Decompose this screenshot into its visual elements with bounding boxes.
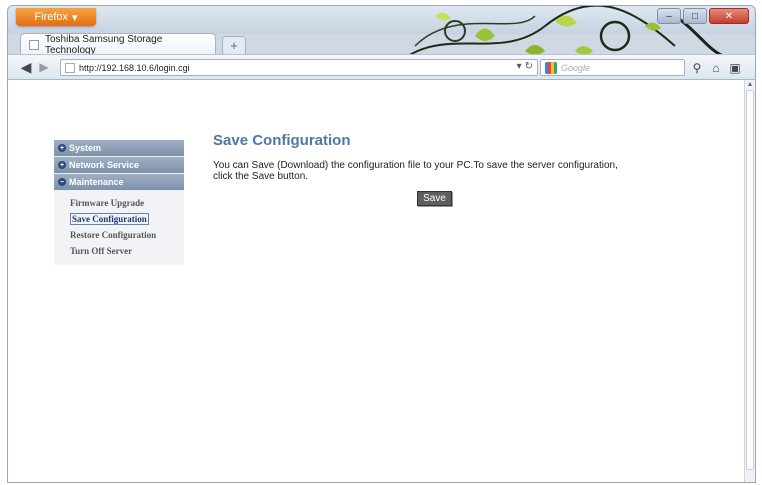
page-favicon-icon: [29, 39, 39, 50]
google-icon[interactable]: [545, 61, 557, 74]
sidebar-menu: + System + Network Service − Maintenance…: [54, 140, 184, 265]
search-box[interactable]: Google: [540, 59, 685, 76]
plus-icon: +: [58, 144, 66, 152]
dropdown-arrow-icon[interactable]: ▾: [517, 61, 522, 72]
url-text: http://192.168.10.6/login.cgi: [79, 62, 190, 73]
section-label: System: [69, 143, 102, 153]
close-button[interactable]: ✕: [709, 8, 749, 24]
page-description: You can Save (Download) the configuratio…: [213, 160, 618, 182]
address-bar-tools: ▾ ↻: [517, 61, 533, 72]
sidebar-item-restore-configuration[interactable]: Restore Configuration: [54, 227, 184, 243]
sidebar-section-system[interactable]: + System: [54, 140, 184, 156]
item-label: Save Configuration: [70, 213, 149, 225]
save-button[interactable]: Save: [417, 191, 452, 206]
section-label: Maintenance: [69, 177, 124, 187]
search-placeholder: Google: [561, 62, 591, 73]
firefox-menu-button[interactable]: Firefox ▾: [16, 8, 96, 26]
home-icon[interactable]: ⌂: [707, 59, 725, 76]
item-label: Firmware Upgrade: [70, 198, 145, 208]
minimize-button[interactable]: –: [657, 8, 681, 24]
tab-title: Toshiba Samsung Storage Technology: [44, 33, 163, 56]
new-tab-button[interactable]: +: [222, 36, 246, 55]
browser-tab[interactable]: Toshiba Samsung Storage Technology: [20, 33, 216, 56]
item-label: Turn Off Server: [70, 246, 133, 256]
back-arrow-icon[interactable]: ◀: [16, 58, 36, 76]
page-title: Save Configuration: [213, 132, 351, 149]
plus-icon: +: [58, 161, 66, 169]
firefox-menu-label: Firefox: [34, 11, 69, 23]
navigation-toolbar: ◀ ▶ http://192.168.10.6/login.cgi ▾ ↻ Go…: [8, 54, 755, 80]
section-label: Network Service: [69, 160, 140, 170]
scroll-up-icon[interactable]: ▲: [746, 81, 754, 88]
browser-window: Firefox ▾ – □ ✕ Toshiba Samsung Storage …: [7, 5, 756, 483]
minus-icon: −: [58, 178, 66, 186]
address-bar[interactable]: http://192.168.10.6/login.cgi ▾ ↻: [60, 59, 538, 76]
window-controls: – □ ✕: [657, 8, 749, 24]
page-favicon-icon: [65, 62, 75, 73]
maintenance-submenu: Firmware Upgrade Save Configuration Rest…: [54, 191, 184, 265]
sidebar-item-firmware-upgrade[interactable]: Firmware Upgrade: [54, 195, 184, 211]
forward-arrow-icon[interactable]: ▶: [37, 58, 51, 76]
scrollbar-thumb[interactable]: [746, 90, 754, 470]
page-content: + System + Network Service − Maintenance…: [8, 80, 745, 482]
search-icon[interactable]: ⚲: [688, 59, 706, 76]
item-label: Restore Configuration: [70, 230, 157, 240]
chevron-down-icon: ▾: [72, 11, 78, 24]
sidebar-item-turn-off-server[interactable]: Turn Off Server: [54, 243, 184, 259]
sidebar-item-save-configuration[interactable]: Save Configuration: [54, 211, 184, 227]
maximize-button[interactable]: □: [683, 8, 707, 24]
sidebar-section-network-service[interactable]: + Network Service: [54, 157, 184, 173]
sidebar-section-maintenance[interactable]: − Maintenance: [54, 174, 184, 190]
bookmark-icon[interactable]: ▣: [726, 59, 744, 76]
reload-icon[interactable]: ↻: [525, 61, 533, 72]
vertical-scrollbar[interactable]: ▲: [744, 80, 755, 482]
